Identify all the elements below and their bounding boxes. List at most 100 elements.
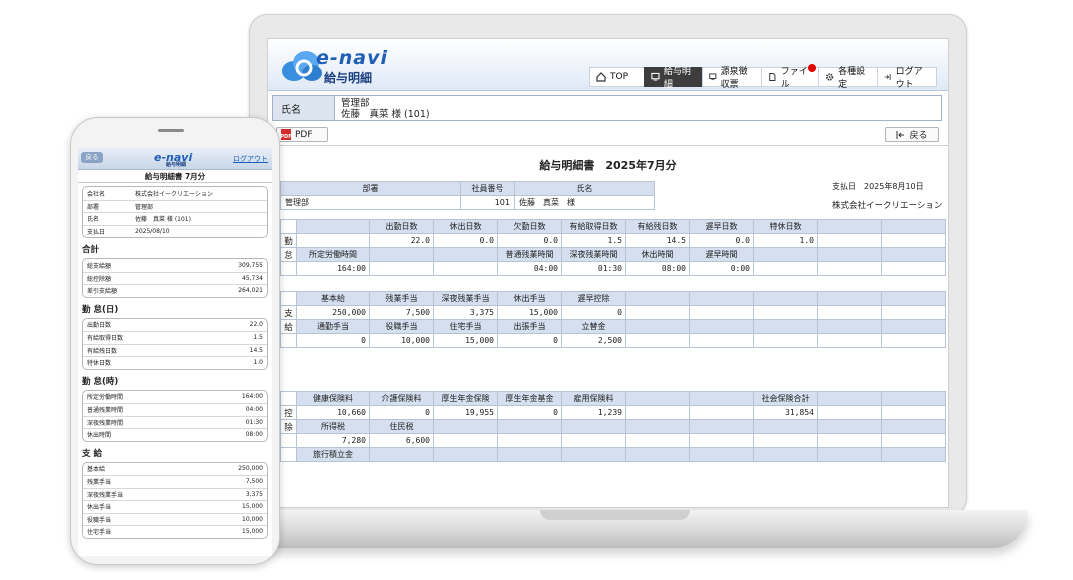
item-value: 45,734 — [242, 274, 263, 282]
grid-value-cell: 0.0 — [433, 233, 498, 248]
phone-back-button[interactable]: 戻る — [81, 152, 103, 163]
phone-list-item: 普通残業時間 04:00 — [83, 403, 267, 416]
grid-header-cell — [369, 247, 434, 262]
info-header: 社員番号 — [460, 181, 515, 196]
grid-header-cell: 介護保険料 — [369, 391, 434, 406]
item-value: 3,375 — [245, 490, 263, 498]
nav-file[interactable]: ファイル — [761, 64, 819, 90]
grid-header-cell — [561, 419, 626, 434]
grid-header-cell: 旅行積立金 — [296, 447, 370, 462]
grid-value-cell: 15,000 — [497, 305, 562, 320]
grid-header-cell: 休出日数 — [433, 219, 498, 234]
grid-header-cell: 住民税 — [369, 419, 434, 434]
item-value: 01:30 — [245, 418, 263, 426]
pdf-icon: PDF — [280, 129, 292, 140]
grid-header-cell: 有給取得日数 — [561, 219, 626, 234]
nav-withholding[interactable]: 源泉徴収票 — [702, 67, 762, 90]
grid-value-cell: 22.0 — [369, 233, 434, 248]
notification-badge — [808, 64, 816, 72]
grid-header-cell: 役職手当 — [369, 319, 434, 334]
item-label: 有給取得日数 — [87, 335, 124, 343]
grid-value-cell — [881, 261, 946, 276]
grid-header-cell — [817, 419, 882, 434]
grid-value-cell — [753, 305, 818, 320]
grid-header-cell: 雇用保険料 — [561, 391, 626, 406]
nav-top[interactable]: TOP — [589, 67, 645, 87]
phone-list-item: 総支給額 309,755 — [83, 259, 267, 272]
grid-header-cell — [881, 247, 946, 262]
gear-icon — [825, 73, 834, 81]
grid-value-cell — [625, 405, 690, 420]
item-value: 1.0 — [253, 359, 263, 367]
nav-settings[interactable]: 各種設定 — [818, 67, 878, 90]
info-cell: 佐藤 真菜 様 — [514, 195, 655, 210]
back-button[interactable]: 戻る — [885, 127, 939, 142]
grid-header-cell — [817, 291, 882, 306]
phone-logout-link[interactable]: ログアウト — [233, 154, 268, 164]
grid-header-cell — [753, 447, 818, 462]
grid-header-cell — [817, 447, 882, 462]
grid-value-cell — [433, 433, 498, 448]
item-value: 2025/08/10 — [135, 227, 170, 235]
grid-header-cell — [881, 219, 946, 234]
item-label: 有給残日数 — [87, 347, 118, 355]
app-logo[interactable]: e-navi 給与明細 — [280, 47, 430, 87]
file-icon — [769, 73, 776, 81]
item-value: 250,000 — [238, 465, 263, 473]
grid-header-cell — [881, 447, 946, 462]
grid-header-cell: 健康保険料 — [296, 391, 370, 406]
phone-list-item: 残業手当 7,500 — [83, 475, 267, 488]
grid-value-cell: 0:00 — [689, 261, 754, 276]
item-value: 株式会社イークリエーション — [135, 190, 213, 198]
grid-value-cell — [753, 261, 818, 276]
section-hours-heading: 勤 怠(時) — [82, 376, 119, 387]
item-label: 深夜残業時間 — [87, 419, 124, 427]
grid-value-cell — [433, 261, 498, 276]
grid-value-cell: 10,000 — [369, 333, 434, 348]
nav-payslip[interactable]: 給与明細 — [644, 67, 703, 90]
phone-list-item: 部署 管理部 — [83, 199, 267, 213]
grid-value-cell: 0 — [497, 405, 562, 420]
phone-logo: e-navi 給与明細 — [154, 151, 192, 168]
phone-list-item: 総控除額 45,734 — [83, 271, 267, 285]
grid-value-cell: 7,280 — [296, 433, 370, 448]
item-label: 所定労働時間 — [87, 394, 124, 402]
pdf-button[interactable]: PDF PDF — [276, 127, 328, 142]
grid-value-cell: 2,500 — [561, 333, 626, 348]
nav-logout[interactable]: ログアウト — [877, 67, 937, 90]
grid-value-cell — [817, 233, 882, 248]
item-value: 佐藤 真菜 様 (101) — [135, 216, 191, 224]
grid-header-cell: 遅早日数 — [689, 219, 754, 234]
grid-value-cell: 164:00 — [296, 261, 370, 276]
grid-value-cell: 0.0 — [689, 233, 754, 248]
phone-list-item: 出勤日数 22.0 — [83, 319, 267, 332]
payment-table: 基本給 残業手当 深夜残業手当 休出手当 遅早控除支 250,000 7,500 3,375 1… — [280, 291, 946, 348]
laptop-screen: e-navi 給与明細 TOP 給与明細 源泉徴収票 ファイル 各種設定 ログア… — [267, 38, 949, 508]
section-side-label — [280, 391, 297, 406]
grid-header-cell — [369, 447, 434, 462]
laptop-notch — [540, 510, 690, 520]
phone-list-item: 有給取得日数 1.5 — [83, 331, 267, 344]
item-label: 部署 — [87, 203, 100, 211]
phone-pay-box: 基本給 250,000 残業手当 7,500 深夜残業手当 3,375 休出手当 15,000… — [82, 461, 268, 539]
grid-value-cell — [689, 433, 754, 448]
grid-value-cell: 04:00 — [497, 261, 562, 276]
info-cell: 管理部 — [280, 195, 461, 210]
grid-header-cell: 社会保険合計 — [753, 391, 818, 406]
item-value: 7,500 — [245, 478, 263, 486]
phone-list-item: 所定労働時間 164:00 — [83, 391, 267, 404]
grid-value-cell — [625, 333, 690, 348]
item-label: 総控除額 — [87, 275, 112, 283]
item-label: 会社名 — [87, 190, 106, 198]
phone-title: 給与明細書 7月分 — [78, 170, 272, 183]
item-label: 出勤日数 — [87, 322, 112, 330]
grid-header-cell — [817, 247, 882, 262]
section-side-label — [280, 261, 297, 276]
grid-value-cell — [625, 305, 690, 320]
grid-value-cell — [881, 233, 946, 248]
grid-header-cell — [433, 419, 498, 434]
section-side-label — [280, 333, 297, 348]
item-value: 14.5 — [249, 346, 263, 354]
grid-header-cell: 残業手当 — [369, 291, 434, 306]
phone-list-item: 休出手当 15,000 — [83, 500, 267, 513]
